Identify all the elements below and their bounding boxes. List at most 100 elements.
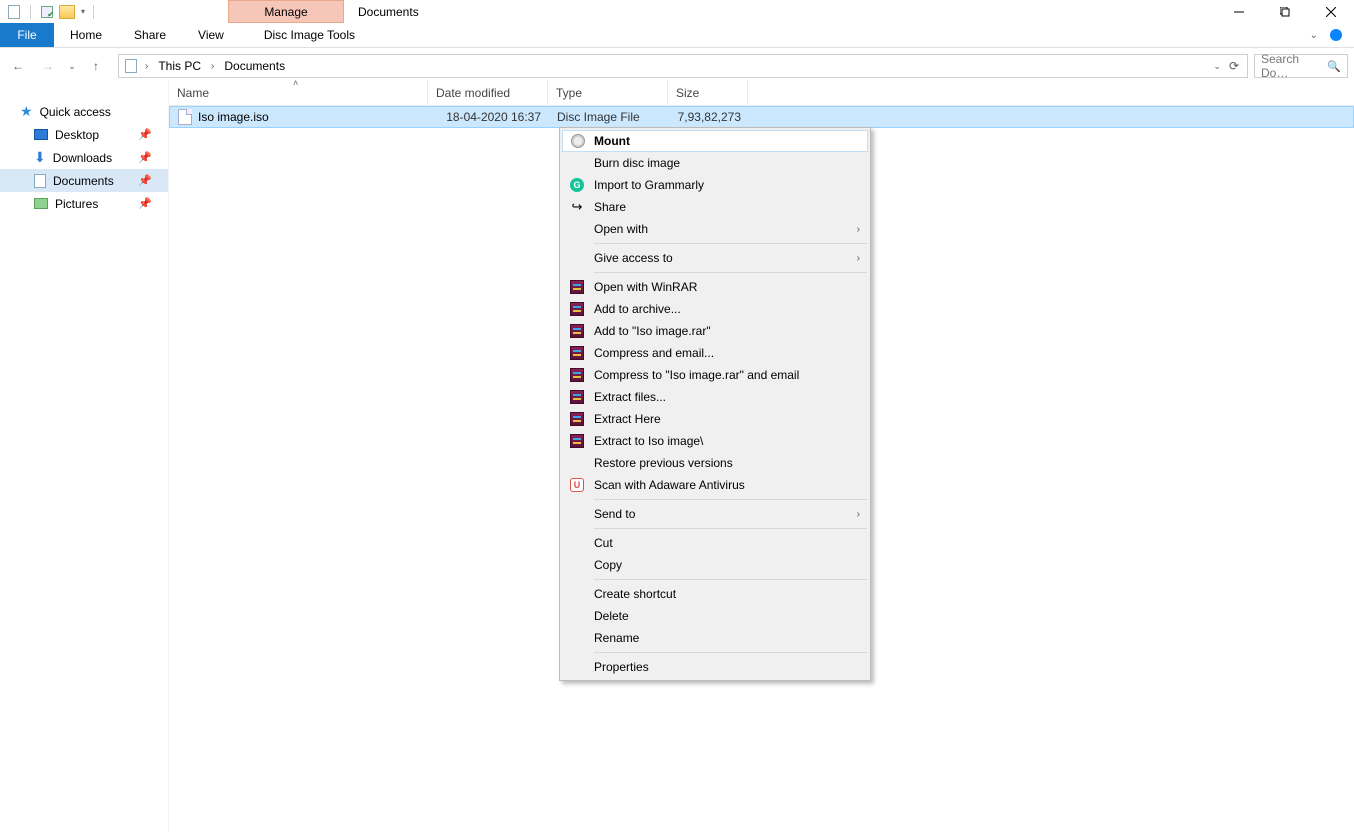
ribbon: File Home Share View Disc Image Tools ⌄ <box>0 23 1354 48</box>
ctx-share[interactable]: ↪Share <box>562 196 868 218</box>
pin-icon: 📌 <box>138 128 152 141</box>
quick-access-group[interactable]: ★ Quick access <box>0 100 168 123</box>
folder-icon[interactable] <box>59 4 75 20</box>
pictures-icon <box>34 198 48 209</box>
ctx-compress-rar-email[interactable]: Compress to "Iso image.rar" and email <box>562 364 868 386</box>
disc-icon <box>570 133 586 149</box>
window-title: Documents <box>358 0 419 23</box>
home-tab[interactable]: Home <box>54 23 118 47</box>
breadcrumb-root[interactable]: This PC <box>154 59 205 73</box>
qat-dropdown[interactable]: ▾ <box>81 7 85 16</box>
context-menu: Mount Burn disc image GImport to Grammar… <box>559 127 871 681</box>
winrar-icon <box>569 411 585 427</box>
address-dropdown-icon[interactable]: ⌄ <box>1213 61 1221 72</box>
column-name[interactable]: Name˄ <box>169 80 428 105</box>
ctx-mount[interactable]: Mount <box>562 130 868 152</box>
forward-button[interactable]: → <box>36 54 60 78</box>
chevron-right-icon[interactable]: › <box>143 61 150 72</box>
file-name: Iso image.iso <box>198 110 269 124</box>
file-icon <box>178 109 192 125</box>
sidebar-item-downloads[interactable]: ⬇ Downloads 📌 <box>0 146 168 169</box>
separator <box>594 528 867 529</box>
ctx-copy[interactable]: Copy <box>562 554 868 576</box>
separator <box>594 272 867 273</box>
recent-dropdown[interactable]: ⌄ <box>66 54 78 78</box>
column-type[interactable]: Type <box>548 80 668 105</box>
winrar-icon <box>569 301 585 317</box>
column-date[interactable]: Date modified <box>428 80 548 105</box>
winrar-icon <box>569 389 585 405</box>
separator <box>594 579 867 580</box>
help-button[interactable] <box>1326 24 1346 47</box>
ctx-properties[interactable]: Properties <box>562 656 868 678</box>
ctx-delete[interactable]: Delete <box>562 605 868 627</box>
chevron-right-icon: › <box>857 224 860 235</box>
column-headers: Name˄ Date modified Type Size <box>169 80 1354 106</box>
back-button[interactable]: ← <box>6 54 30 78</box>
navigation-bar: ← → ⌄ ↑ › This PC › Documents ⌄ ⟳ Search… <box>0 52 1354 80</box>
sidebar-item-documents[interactable]: Documents 📌 <box>0 169 168 192</box>
file-date: 18-04-2020 16:37 <box>429 110 549 124</box>
ctx-cut[interactable]: Cut <box>562 532 868 554</box>
ctx-open-winrar[interactable]: Open with WinRAR <box>562 276 868 298</box>
separator <box>594 499 867 500</box>
refresh-button[interactable]: ⟳ <box>1225 59 1243 73</box>
search-placeholder: Search Do… <box>1261 52 1327 80</box>
ctx-rename[interactable]: Rename <box>562 627 868 649</box>
chevron-right-icon: › <box>857 509 860 520</box>
file-tab[interactable]: File <box>0 23 54 47</box>
navigation-pane: ★ Quick access Desktop 📌 ⬇ Downloads 📌 D… <box>0 80 168 832</box>
close-button[interactable] <box>1308 0 1354 23</box>
ribbon-expand-icon[interactable]: ⌄ <box>1310 30 1318 41</box>
ctx-restore[interactable]: Restore previous versions <box>562 452 868 474</box>
ctx-open-with[interactable]: Open with› <box>562 218 868 240</box>
column-size[interactable]: Size <box>668 80 748 105</box>
pin-icon: 📌 <box>138 197 152 210</box>
pin-icon: 📌 <box>138 174 152 187</box>
documents-icon <box>34 174 46 188</box>
address-bar[interactable]: › This PC › Documents ⌄ ⟳ <box>118 54 1248 78</box>
separator <box>594 652 867 653</box>
ctx-add-rar[interactable]: Add to "Iso image.rar" <box>562 320 868 342</box>
winrar-icon <box>569 345 585 361</box>
minimize-button[interactable] <box>1216 0 1262 23</box>
chevron-right-icon[interactable]: › <box>209 61 216 72</box>
star-icon: ★ <box>20 103 33 120</box>
file-row[interactable]: Iso image.iso 18-04-2020 16:37 Disc Imag… <box>169 106 1354 128</box>
sidebar-item-pictures[interactable]: Pictures 📌 <box>0 192 168 215</box>
properties-icon[interactable]: ✔ <box>39 4 55 20</box>
ctx-grammarly[interactable]: GImport to Grammarly <box>562 174 868 196</box>
breadcrumb-current[interactable]: Documents <box>220 59 289 73</box>
quick-access-toolbar: ✔ ▾ <box>0 0 98 23</box>
ctx-shortcut[interactable]: Create shortcut <box>562 583 868 605</box>
disc-image-tools-tab[interactable]: Disc Image Tools <box>248 23 371 47</box>
sort-asc-icon: ˄ <box>293 78 298 88</box>
ctx-scan[interactable]: UScan with Adaware Antivirus <box>562 474 868 496</box>
separator <box>594 243 867 244</box>
pin-icon: 📌 <box>138 151 152 164</box>
ctx-extract-here[interactable]: Extract Here <box>562 408 868 430</box>
view-tab[interactable]: View <box>182 23 240 47</box>
search-icon: 🔍 <box>1327 60 1341 73</box>
winrar-icon <box>569 279 585 295</box>
download-icon: ⬇ <box>34 149 46 166</box>
share-tab[interactable]: Share <box>118 23 182 47</box>
ctx-extract-to[interactable]: Extract to Iso image\ <box>562 430 868 452</box>
ctx-give-access[interactable]: Give access to› <box>562 247 868 269</box>
search-input[interactable]: Search Do… 🔍 <box>1254 54 1348 78</box>
maximize-button[interactable] <box>1262 0 1308 23</box>
chevron-right-icon: › <box>857 253 860 264</box>
doc-icon[interactable] <box>6 4 22 20</box>
separator <box>30 5 31 19</box>
ctx-send-to[interactable]: Send to› <box>562 503 868 525</box>
ctx-extract-files[interactable]: Extract files... <box>562 386 868 408</box>
location-icon <box>123 58 139 74</box>
contextual-tab-group[interactable]: Manage <box>228 0 344 23</box>
up-button[interactable]: ↑ <box>84 54 108 78</box>
ctx-compress-email[interactable]: Compress and email... <box>562 342 868 364</box>
ctx-add-archive[interactable]: Add to archive... <box>562 298 868 320</box>
sidebar-item-desktop[interactable]: Desktop 📌 <box>0 123 168 146</box>
grammarly-icon: G <box>569 177 585 193</box>
file-type: Disc Image File <box>549 110 669 124</box>
ctx-burn[interactable]: Burn disc image <box>562 152 868 174</box>
